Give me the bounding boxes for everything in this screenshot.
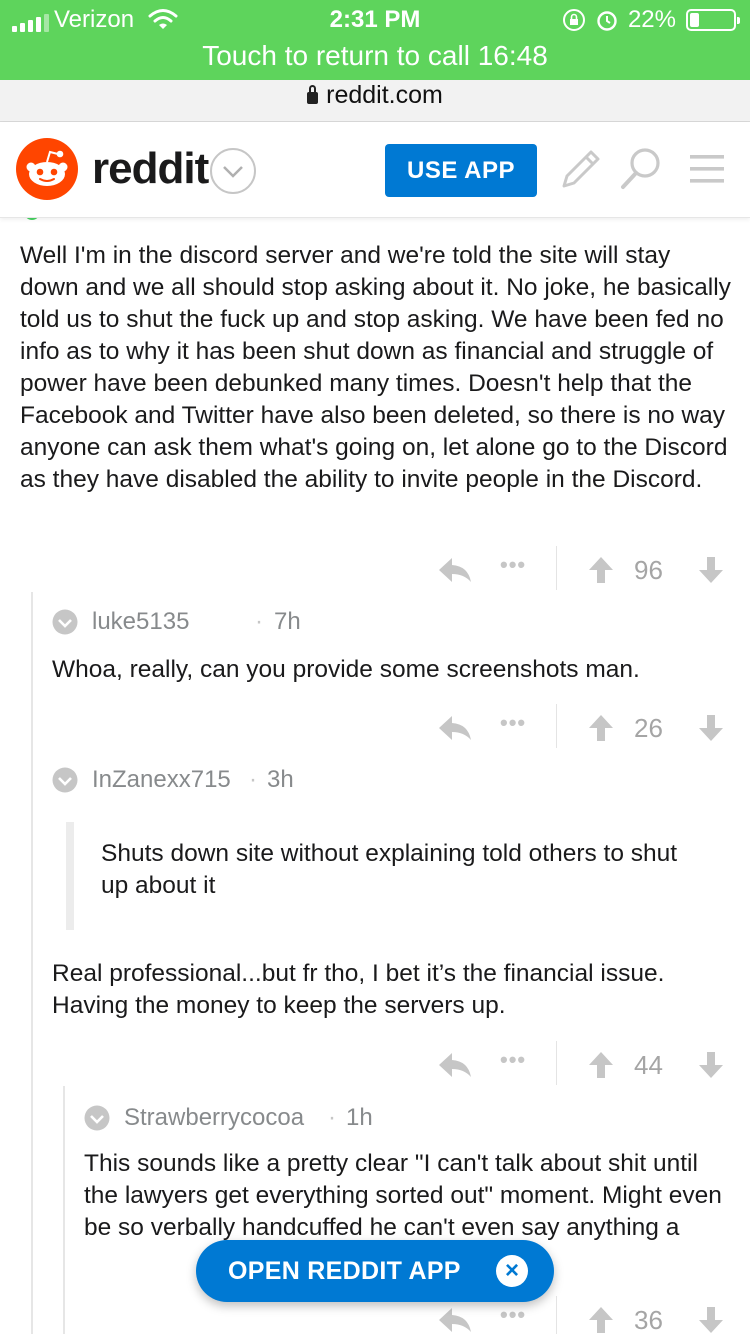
more-options-button[interactable]: ••• [500,710,526,736]
comment-author[interactable]: luke5135 [92,606,189,638]
comment-meta: InZanexx715 · 3h [52,764,452,796]
more-options-button[interactable]: ••• [500,1302,526,1328]
comment-thread: Well I'm in the discord server and we're… [0,218,750,1334]
comment-meta: luke5135 · 7h [52,606,452,638]
previous-comment-meta-remnant [24,218,40,220]
blockquote-text: Shuts down site without explaining told … [101,840,678,899]
use-app-button[interactable]: USE APP [385,144,537,197]
comment-body: Real professional...but fr tho, I bet it… [52,960,665,1019]
search-icon[interactable] [618,144,664,194]
divider [556,1296,557,1334]
meta-separator: · [328,1104,336,1131]
comment-actions: ••• 96 [438,546,750,592]
collapse-toggle-icon[interactable] [52,609,78,635]
address-bar[interactable]: reddit.com [0,80,750,122]
rotation-lock-icon [562,9,585,31]
vote-score: 26 [634,713,663,743]
collapse-toggle-icon[interactable] [52,767,78,793]
comment-meta: Strawberrycocoa · 1h [84,1102,484,1134]
more-options-button[interactable]: ••• [500,552,526,578]
comment-age: 7h [274,608,301,635]
battery-icon [686,9,740,31]
pencil-icon[interactable] [556,144,602,194]
battery-level [690,13,700,27]
downvote-icon[interactable] [698,1051,724,1079]
upvote-icon[interactable] [588,556,614,584]
reddit-header: reddit USE APP [0,122,750,218]
vote-score: 36 [634,1305,663,1334]
reply-icon[interactable] [438,1306,472,1334]
alarm-icon [597,11,617,31]
downvote-icon[interactable] [698,556,724,584]
collapse-toggle-icon[interactable] [84,1105,110,1131]
upvote-icon[interactable] [588,1051,614,1079]
downvote-icon[interactable] [698,714,724,742]
divider [556,704,557,748]
comment-actions: ••• 26 [438,704,750,750]
more-options-button[interactable]: ••• [500,1047,526,1073]
menu-icon[interactable] [686,144,732,194]
upvote-icon[interactable] [588,714,614,742]
reddit-logo-icon[interactable] [16,138,78,200]
divider [556,546,557,590]
vote-score: 96 [634,555,663,585]
battery-percent: 22% [627,6,676,33]
thread-line [31,592,33,1334]
reply-icon[interactable] [438,714,472,742]
comment-body: Whoa, really, can you provide some scree… [52,656,640,683]
comment-author[interactable]: Strawberrycocoa [124,1102,304,1134]
status-bar: Verizon 2:31 PM 22% Touch to return to c… [0,0,750,80]
thread-line [63,1086,65,1334]
blockquote-bar [66,822,74,930]
comment-actions: ••• 36 [438,1296,750,1334]
lock-icon [307,85,319,104]
downvote-icon[interactable] [698,1306,724,1334]
return-to-call-banner[interactable]: Touch to return to call 16:48 [0,40,750,72]
open-reddit-app-button[interactable]: OPEN REDDIT APP × [196,1240,554,1302]
comment-age: 1h [346,1104,373,1131]
comment-author[interactable]: InZanexx715 [92,764,231,796]
comment-body: Well I'm in the discord server and we're… [20,242,731,493]
comment-age: 3h [267,766,294,793]
vote-score: 44 [634,1050,663,1080]
reply-icon[interactable] [438,556,472,584]
reply-icon[interactable] [438,1051,472,1079]
chevron-down-icon[interactable] [210,148,256,194]
meta-separator: · [255,608,263,635]
comment-actions: ••• 44 [438,1041,750,1087]
url-text: reddit.com [326,81,443,109]
reddit-wordmark[interactable]: reddit [92,144,209,194]
meta-separator: · [249,766,257,793]
close-icon[interactable]: × [496,1255,528,1287]
open-reddit-app-label: OPEN REDDIT APP [228,1257,461,1285]
comment-body: This sounds like a pretty clear "I can't… [84,1150,722,1241]
upvote-icon[interactable] [588,1306,614,1334]
divider [556,1041,557,1085]
